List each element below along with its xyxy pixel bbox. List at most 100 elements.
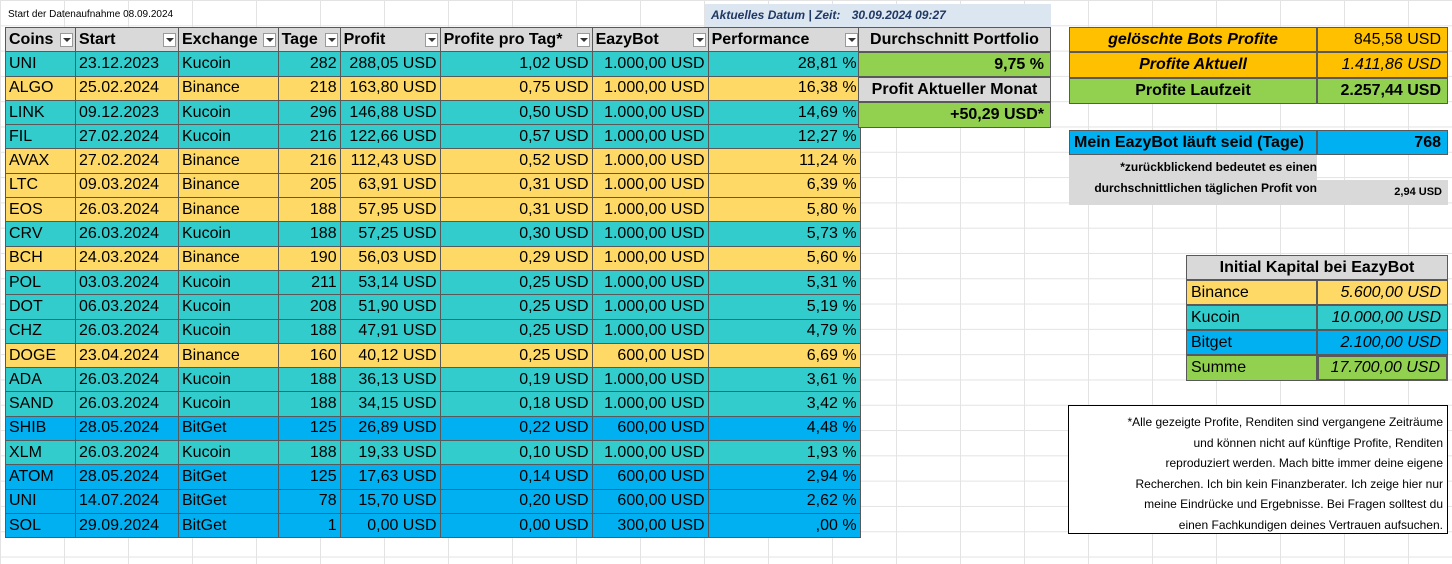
cell-perf[interactable]: 14,69 % [707, 99, 861, 126]
cell-eazybot[interactable]: 1.000,00 USD [591, 99, 709, 126]
cell-coin[interactable]: ATOM [5, 464, 76, 490]
cell-exchange[interactable]: Kucoin [178, 318, 279, 344]
cell-profit[interactable]: 53,14 USD [339, 269, 441, 296]
cell-profit[interactable]: 47,91 USD [339, 318, 441, 344]
cell-profit[interactable]: 51,90 USD [339, 294, 441, 320]
cell-coin[interactable]: ALGO [5, 75, 76, 101]
cell-coin[interactable]: POL [5, 269, 76, 296]
cell-ppt[interactable]: 0,25 USD [439, 294, 593, 320]
cell-profit[interactable]: 57,95 USD [339, 197, 441, 223]
cell-perf[interactable]: 3,61 % [707, 367, 861, 393]
cell-eazybot[interactable]: 1.000,00 USD [591, 221, 709, 247]
cell-ppt[interactable]: 0,57 USD [439, 124, 593, 150]
cell-profit[interactable]: 26,89 USD [339, 415, 441, 442]
cell-eazybot[interactable]: 600,00 USD [591, 342, 709, 369]
cell-ppt[interactable]: 0,29 USD [439, 245, 593, 271]
cell-profit[interactable]: 122,66 USD [339, 124, 441, 150]
cell-perf[interactable]: 6,39 % [707, 172, 861, 199]
col-header-exchange[interactable]: Exchange [178, 26, 279, 53]
cell-tage[interactable]: 188 [277, 367, 341, 393]
cell-start[interactable]: 23.04.2024 [75, 342, 179, 369]
cell-tage[interactable]: 188 [277, 221, 341, 247]
col-header-performance[interactable]: Performance [707, 26, 861, 53]
cell-ppt[interactable]: 0,31 USD [439, 197, 593, 223]
cell-eazybot[interactable]: 1.000,00 USD [591, 124, 709, 150]
cell-tage[interactable]: 216 [277, 124, 341, 150]
cell-coin[interactable]: CHZ [5, 318, 76, 344]
cell-start[interactable]: 28.05.2024 [75, 464, 179, 490]
cell-profit[interactable]: 56,03 USD [339, 245, 441, 271]
cell-tage[interactable]: 282 [277, 51, 341, 77]
cell-eazybot[interactable]: 1.000,00 USD [591, 269, 709, 296]
cell-perf[interactable]: 2,94 % [707, 464, 861, 490]
filter-dropdown-icon[interactable] [60, 33, 73, 47]
avg-portfolio-value[interactable]: 9,75 % [858, 52, 1051, 77]
cell-profit[interactable]: 146,88 USD [339, 99, 441, 126]
cell-ppt[interactable]: 0,20 USD [439, 488, 593, 514]
capital-bitget-value[interactable]: 2.100,00 USD [1317, 330, 1448, 355]
cell-tage[interactable]: 125 [277, 415, 341, 442]
cell-tage[interactable]: 125 [277, 464, 341, 490]
cell-perf[interactable]: 11,24 % [707, 148, 861, 174]
cell-exchange[interactable]: Kucoin [178, 367, 279, 393]
capital-kucoin-value[interactable]: 10.000,00 USD [1317, 305, 1448, 330]
cell-eazybot[interactable]: 1.000,00 USD [591, 367, 709, 393]
cell-perf[interactable]: 5,60 % [707, 245, 861, 271]
cell-coin[interactable]: ADA [5, 367, 76, 393]
cell-exchange[interactable]: BitGet [178, 512, 279, 539]
cell-start[interactable]: 06.03.2024 [75, 294, 179, 320]
cell-coin[interactable]: LTC [5, 172, 76, 199]
cell-profit[interactable]: 288,05 USD [339, 51, 441, 77]
cell-exchange[interactable]: Kucoin [178, 391, 279, 417]
cell-ppt[interactable]: 0,75 USD [439, 75, 593, 101]
cell-start[interactable]: 24.03.2024 [75, 245, 179, 271]
cell-profit[interactable]: 15,70 USD [339, 488, 441, 514]
cell-coin[interactable]: UNI [5, 51, 76, 77]
cell-ppt[interactable]: 0,14 USD [439, 464, 593, 490]
cell-perf[interactable]: 5,80 % [707, 197, 861, 223]
cell-eazybot[interactable]: 300,00 USD [591, 512, 709, 539]
cell-eazybot[interactable]: 1.000,00 USD [591, 294, 709, 320]
cell-profit[interactable]: 0,00 USD [339, 512, 441, 539]
cell-coin[interactable]: XLM [5, 440, 76, 466]
cell-start[interactable]: 09.03.2024 [75, 172, 179, 199]
cell-perf[interactable]: 12,27 % [707, 124, 861, 150]
cell-profit[interactable]: 63,91 USD [339, 172, 441, 199]
cell-tage[interactable]: 205 [277, 172, 341, 199]
daily-profit-value[interactable]: 2,94 USD [1317, 186, 1442, 198]
cell-exchange[interactable]: Binance [178, 342, 279, 369]
filter-dropdown-icon[interactable] [576, 33, 590, 47]
cell-start[interactable]: 26.03.2024 [75, 391, 179, 417]
cell-coin[interactable]: BCH [5, 245, 76, 271]
col-header-profit[interactable]: Profit [339, 26, 441, 53]
cell-profit[interactable]: 36,13 USD [339, 367, 441, 393]
cell-eazybot[interactable]: 1.000,00 USD [591, 391, 709, 417]
cell-ppt[interactable]: 0,31 USD [439, 172, 593, 199]
cell-tage[interactable]: 216 [277, 148, 341, 174]
cell-eazybot[interactable]: 1.000,00 USD [591, 51, 709, 77]
cell-start[interactable]: 03.03.2024 [75, 269, 179, 296]
filter-dropdown-icon[interactable] [844, 33, 858, 47]
capital-title[interactable]: Initial Kapital bei EazyBot [1186, 255, 1448, 280]
month-profit-value[interactable]: +50,29 USD* [858, 102, 1051, 128]
col-header-eazybot[interactable]: EazyBot [591, 26, 709, 53]
cell-coin[interactable]: DOT [5, 294, 76, 320]
cell-profit[interactable]: 40,12 USD [339, 342, 441, 369]
cell-eazybot[interactable]: 1.000,00 USD [591, 197, 709, 223]
cell-start[interactable]: 25.02.2024 [75, 75, 179, 101]
capital-kucoin-label[interactable]: Kucoin [1186, 305, 1317, 330]
cell-ppt[interactable]: 0,18 USD [439, 391, 593, 417]
cell-tage[interactable]: 188 [277, 440, 341, 466]
cell-eazybot[interactable]: 1.000,00 USD [591, 440, 709, 466]
cell-ppt[interactable]: 0,25 USD [439, 269, 593, 296]
cell-start[interactable]: 28.05.2024 [75, 415, 179, 442]
cell-coin[interactable]: DOGE [5, 342, 76, 369]
cell-coin[interactable]: FIL [5, 124, 76, 150]
cell-exchange[interactable]: Kucoin [178, 99, 279, 126]
cell-start[interactable]: 26.03.2024 [75, 440, 179, 466]
cell-coin[interactable]: UNI [5, 488, 76, 514]
cell-exchange[interactable]: BitGet [178, 464, 279, 490]
cell-ppt[interactable]: 0,00 USD [439, 512, 593, 539]
capital-binance-value[interactable]: 5.600,00 USD [1317, 280, 1448, 305]
current-profit-value[interactable]: 1.411,86 USD [1317, 52, 1448, 78]
